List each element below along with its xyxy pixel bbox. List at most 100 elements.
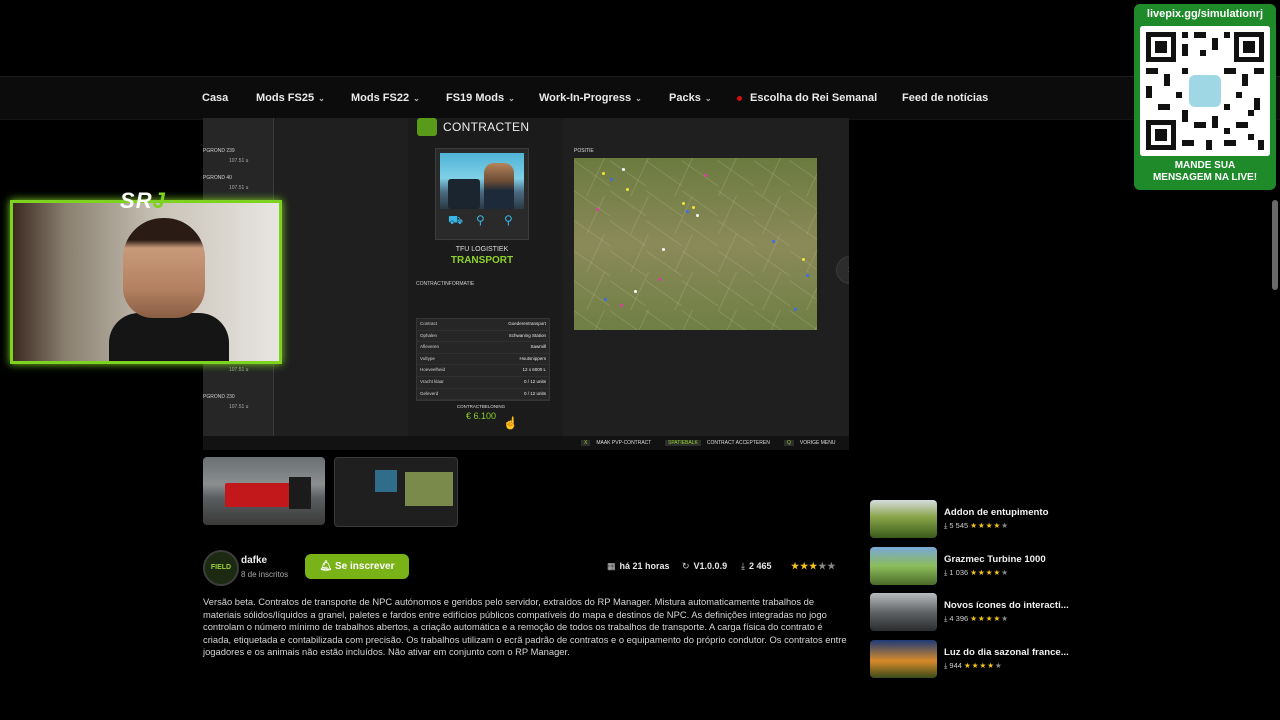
- related-thumbnail[interactable]: [870, 593, 937, 631]
- nav-item-mods-fs25[interactable]: Mods FS25 ⌄: [256, 92, 325, 104]
- nav-item-casa[interactable]: Casa: [202, 92, 228, 104]
- related-downloads: 5 545: [949, 521, 969, 530]
- nav-item-feed-de-noticias[interactable]: Feed de notícias: [902, 92, 988, 104]
- related-title[interactable]: Grazmec Turbine 1000: [944, 554, 1046, 565]
- rating-stars: ★★★★★: [964, 661, 1003, 670]
- star-filled-icon: ★: [970, 568, 979, 577]
- downloads-value: 2 465: [748, 561, 772, 571]
- nav-item-label: Mods FS25: [256, 92, 315, 104]
- streamer-face: [123, 218, 205, 318]
- related-meta: ⤓ 4 396 ★★★★★: [944, 614, 1009, 624]
- related-title[interactable]: Luz do dia sazonal france...: [944, 647, 1069, 658]
- star-empty-icon: ★: [1001, 568, 1009, 577]
- rating-stars: ★★★★★: [970, 614, 1009, 623]
- row-value: 12 x 6000 L: [522, 367, 546, 373]
- nav-item-mods-fs22[interactable]: Mods FS22 ⌄: [351, 92, 420, 104]
- logo-letter: S: [120, 188, 136, 213]
- main-screenshot: PGROND 239 107.51 u PGROND 40 107.51 u 1…: [203, 118, 849, 436]
- chevron-down-icon: ⌄: [413, 94, 420, 103]
- location-pin-icon: ⚲: [476, 213, 485, 227]
- contract-info-label: CONTRACTINFORMATIE: [416, 281, 475, 287]
- table-row: Contract Goederentransport: [417, 319, 549, 331]
- hint-label: CONTRACT ACCEPTEREN: [706, 440, 770, 446]
- related-meta: ⤓ 944 ★★★★★: [944, 661, 1003, 671]
- related-downloads: 4 396: [949, 614, 969, 623]
- driver-image: [484, 163, 514, 209]
- related-downloads: 1 036: [949, 568, 969, 577]
- related-thumbnail[interactable]: [870, 500, 937, 538]
- table-row: Hoeveelheid 12 x 6000 L: [417, 365, 549, 377]
- star-empty-icon: ★: [1001, 521, 1009, 530]
- related-title[interactable]: Addon de entupimento: [944, 507, 1048, 518]
- footer-hint: X MAAK PVP-CONTRACT: [581, 440, 651, 446]
- map-marker: [602, 172, 605, 175]
- nav-item-label: Casa: [202, 92, 229, 104]
- author-avatar[interactable]: FIELD: [203, 550, 239, 586]
- left-list-value: 107.51 u: [229, 158, 249, 164]
- left-list-item: PGROND 230: [203, 394, 235, 400]
- chevron-down-icon: ⌄: [704, 94, 712, 103]
- avatar-text: FIELD: [210, 564, 232, 571]
- author-name[interactable]: dafke: [241, 555, 267, 566]
- row-value: Goederentransport: [508, 321, 546, 326]
- mouse-cursor-icon: ☝: [503, 416, 518, 430]
- gallery-thumbnail[interactable]: [203, 457, 325, 525]
- nav-item-work-in-progress[interactable]: Work-In-Progress ⌄: [539, 92, 642, 104]
- footer-hint: SPATIEBALK CONTRACT ACCEPTEREN: [665, 440, 770, 446]
- page-scrollbar[interactable]: [1272, 200, 1278, 290]
- star-filled-icon: ★: [987, 661, 995, 670]
- webcam-overlay: [10, 200, 282, 364]
- star-empty-icon: ★: [818, 561, 828, 571]
- chevron-right-icon: ›: [848, 264, 849, 276]
- map-marker: [620, 304, 623, 307]
- map-marker: [626, 188, 629, 191]
- star-filled-icon: ★: [978, 521, 986, 530]
- nav-item-packs[interactable]: Packs ⌄: [669, 92, 712, 104]
- company-name: TFU LOGISTIEK: [455, 246, 509, 253]
- map-marker: [682, 202, 685, 205]
- row-key: Hoeveelheid: [420, 367, 446, 373]
- next-image-button[interactable]: ›: [836, 256, 849, 284]
- star-empty-icon: ★: [994, 661, 1003, 670]
- logo-letter: R: [135, 188, 153, 213]
- cta-line: MENSAGEM NA LIVE!: [1152, 172, 1258, 183]
- map-marker: [686, 210, 689, 213]
- download-icon: ⤓: [741, 561, 745, 571]
- company-image: [440, 153, 524, 209]
- qr-code-icon: [1140, 26, 1270, 156]
- map-marker: [806, 274, 809, 277]
- chevron-down-icon: ⌄: [635, 94, 642, 103]
- subscribe-button[interactable]: 🔔︎ Se inscrever: [305, 554, 409, 579]
- star-filled-icon: ★: [970, 614, 979, 623]
- truck-cab-image: [289, 477, 311, 509]
- nav-item-label: Escolha do Rei Semanal: [750, 92, 878, 104]
- calendar-icon: ▦: [607, 561, 616, 571]
- chevron-down-icon: ⌄: [508, 94, 515, 103]
- map-marker: [696, 214, 699, 217]
- nav-item-label: Mods FS22: [351, 92, 410, 104]
- key-hint: SPATIEBALK: [665, 440, 701, 446]
- related-thumbnail[interactable]: [870, 640, 937, 678]
- gallery-thumbnail-active[interactable]: [334, 457, 458, 527]
- row-key: Ophalen: [420, 332, 438, 338]
- star-filled-icon: ★: [809, 561, 819, 571]
- map-marker: [802, 258, 805, 261]
- key-hint: X: [581, 440, 591, 446]
- star-empty-icon: ★: [827, 561, 837, 571]
- nav-item-fs19-mods[interactable]: FS19 Mods ⌄: [446, 92, 515, 104]
- map-marker: [662, 248, 665, 251]
- related-thumbnail[interactable]: [870, 547, 937, 585]
- related-title[interactable]: Novos ícones do interacti...: [944, 600, 1069, 611]
- row-value: 0 / 12 units: [523, 378, 546, 384]
- map-marker: [610, 178, 613, 181]
- table-row: Ophalen Schwaning Station: [417, 331, 549, 343]
- map-marker: [794, 308, 797, 311]
- left-list-item: PGROND 239: [203, 148, 235, 154]
- nav-item-label: FS19 Mods: [446, 92, 505, 104]
- left-list-value: 107.51 u: [229, 404, 249, 410]
- mod-description: Versão beta. Contratos de transporte de …: [203, 596, 847, 658]
- row-value: Houtsnippers: [519, 355, 546, 361]
- nav-item-escolha-do-rei[interactable]: Escolha do Rei Semanal: [737, 92, 877, 104]
- footer-hint: Q VORIGE MENU: [784, 440, 835, 446]
- location-pin-icon: ⚲: [504, 213, 513, 227]
